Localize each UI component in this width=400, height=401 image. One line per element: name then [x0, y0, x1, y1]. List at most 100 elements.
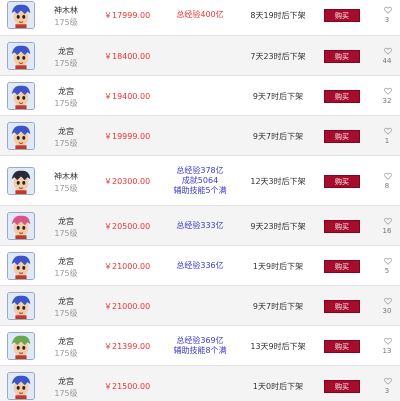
character-level: 175级 [54, 389, 78, 398]
favorite-heart-icon[interactable] [384, 377, 392, 385]
listing-row[interactable]: 龙宫 175级 ￥19999.00 9天7时后下架 购买 1 [0, 116, 400, 156]
price: ￥21399.00 [104, 342, 151, 351]
listing-row[interactable]: 神木林 175级 ￥17999.00 总经验400亿 8天19时后下架 购买 3 [0, 0, 400, 36]
price: ￥19999.00 [104, 132, 151, 141]
character-portrait-icon [8, 2, 34, 28]
delist-time: 1天0时后下架 [252, 382, 304, 391]
favorite-heart-icon[interactable] [384, 47, 392, 55]
character-portrait-icon [8, 83, 34, 109]
favorite-count: 30 [382, 307, 392, 315]
delist-time: 13天9时后下架 [250, 342, 306, 351]
favorite-count: 3 [384, 16, 390, 24]
buy-button[interactable]: 购买 [324, 260, 360, 273]
character-avatar[interactable] [7, 167, 35, 195]
character-avatar[interactable] [7, 292, 35, 320]
character-avatar[interactable] [7, 82, 35, 110]
listing-row[interactable]: 龙宫 175级 ￥19400.00 9天7时后下架 购买 32 [0, 76, 400, 116]
buy-button[interactable]: 购买 [324, 340, 360, 353]
listing-highlights: 总经验333亿 [158, 221, 242, 231]
favorite-heart-icon[interactable] [384, 6, 392, 14]
character-avatar[interactable] [7, 252, 35, 280]
server-name: 龙宫 [58, 127, 74, 136]
character-level: 175级 [54, 309, 78, 318]
buy-button[interactable]: 购买 [324, 9, 360, 22]
favorite-heart-icon[interactable] [384, 297, 392, 305]
price: ￥21500.00 [104, 382, 151, 391]
character-avatar[interactable] [7, 332, 35, 360]
character-avatar[interactable] [7, 122, 35, 150]
character-portrait-icon [8, 213, 34, 239]
listing-highlights: 总经验378亿 成就5064 辅助技能5个满 [158, 166, 242, 196]
character-level: 175级 [54, 59, 78, 68]
highlight-line: 成就5064 [181, 176, 219, 185]
server-name: 龙宫 [58, 297, 74, 306]
character-avatar[interactable] [7, 372, 35, 400]
listing-row[interactable]: 龙宫 175级 ￥21000.00 9天7时后下架 购买 30 [0, 286, 400, 326]
favorite-count: 3 [384, 387, 390, 395]
favorite-heart-icon[interactable] [384, 217, 392, 225]
favorite-heart-icon[interactable] [384, 257, 392, 265]
favorite-heart-icon[interactable] [384, 337, 392, 345]
server-name: 龙宫 [58, 47, 74, 56]
character-portrait-icon [8, 123, 34, 149]
highlight-line: 辅助技能8个满 [173, 346, 227, 355]
character-portrait-icon [8, 293, 34, 319]
listing-highlights: 总经验369亿 辅助技能8个满 [158, 336, 242, 356]
character-level: 175级 [54, 229, 78, 238]
price: ￥19400.00 [104, 92, 151, 101]
highlight-line: 总经验369亿 [176, 336, 224, 345]
character-avatar[interactable] [7, 212, 35, 240]
character-portrait-icon [8, 253, 34, 279]
favorite-heart-icon[interactable] [384, 127, 392, 135]
listing-row[interactable]: 龙宫 175级 ￥20500.00 总经验333亿 9天23时后下架 购买 16 [0, 206, 400, 246]
buy-button[interactable]: 购买 [324, 220, 360, 233]
listing-row[interactable]: 龙宫 175级 ￥21500.00 1天0时后下架 购买 3 [0, 366, 400, 401]
character-level: 175级 [54, 99, 78, 108]
delist-time: 7天23时后下架 [250, 52, 306, 61]
highlight-line: 总经验333亿 [176, 221, 224, 230]
buy-button[interactable]: 购买 [324, 50, 360, 63]
price: ￥21000.00 [104, 302, 151, 311]
listing-row[interactable]: 龙宫 175级 ￥18400.00 7天23时后下架 购买 44 [0, 36, 400, 76]
buy-button[interactable]: 购买 [324, 90, 360, 103]
delist-time: 12天3时后下架 [250, 177, 306, 186]
favorite-count: 5 [384, 267, 390, 275]
character-avatar[interactable] [7, 1, 35, 29]
favorite-count: 44 [382, 57, 392, 65]
server-name: 龙宫 [58, 257, 74, 266]
server-name: 神木林 [54, 6, 78, 15]
favorite-count: 1 [384, 137, 390, 145]
buy-button[interactable]: 购买 [324, 175, 360, 188]
listing-highlights: 总经验400亿 [158, 10, 242, 20]
character-level: 175级 [54, 269, 78, 278]
character-portrait-icon [8, 43, 34, 69]
buy-button[interactable]: 购买 [324, 130, 360, 143]
server-name: 神木林 [54, 172, 78, 181]
server-name: 龙宫 [58, 377, 74, 386]
favorite-heart-icon[interactable] [384, 87, 392, 95]
server-name: 龙宫 [58, 217, 74, 226]
delist-time: 9天7时后下架 [252, 92, 304, 101]
buy-button[interactable]: 购买 [324, 300, 360, 313]
listing-row[interactable]: 龙宫 175级 ￥21000.00 总经验336亿 1天9时后下架 购买 5 [0, 246, 400, 286]
character-level: 175级 [54, 349, 78, 358]
character-avatar[interactable] [7, 42, 35, 70]
highlight-line: 总经验378亿 [176, 166, 224, 175]
delist-time: 8天19时后下架 [250, 11, 306, 20]
highlight-line: 总经验336亿 [176, 261, 224, 270]
listing-highlights: 总经验336亿 [158, 261, 242, 271]
favorite-count: 8 [384, 182, 390, 190]
character-portrait-icon [8, 168, 34, 194]
favorite-heart-icon[interactable] [384, 172, 392, 180]
price: ￥21000.00 [104, 262, 151, 271]
favorite-count: 32 [382, 97, 392, 105]
character-portrait-icon [8, 373, 34, 399]
listing-row[interactable]: 神木林 175级 ￥20300.00 总经验378亿 成就5064 辅助技能5个满 12天3… [0, 156, 400, 206]
delist-time: 9天23时后下架 [250, 222, 306, 231]
delist-time: 9天7时后下架 [252, 302, 304, 311]
character-level: 175级 [54, 184, 78, 193]
price: ￥18400.00 [104, 52, 151, 61]
favorite-count: 16 [382, 227, 392, 235]
buy-button[interactable]: 购买 [324, 380, 360, 393]
listing-row[interactable]: 龙宫 175级 ￥21399.00 总经验369亿 辅助技能8个满 13天9时后下架 购买 1… [0, 326, 400, 366]
